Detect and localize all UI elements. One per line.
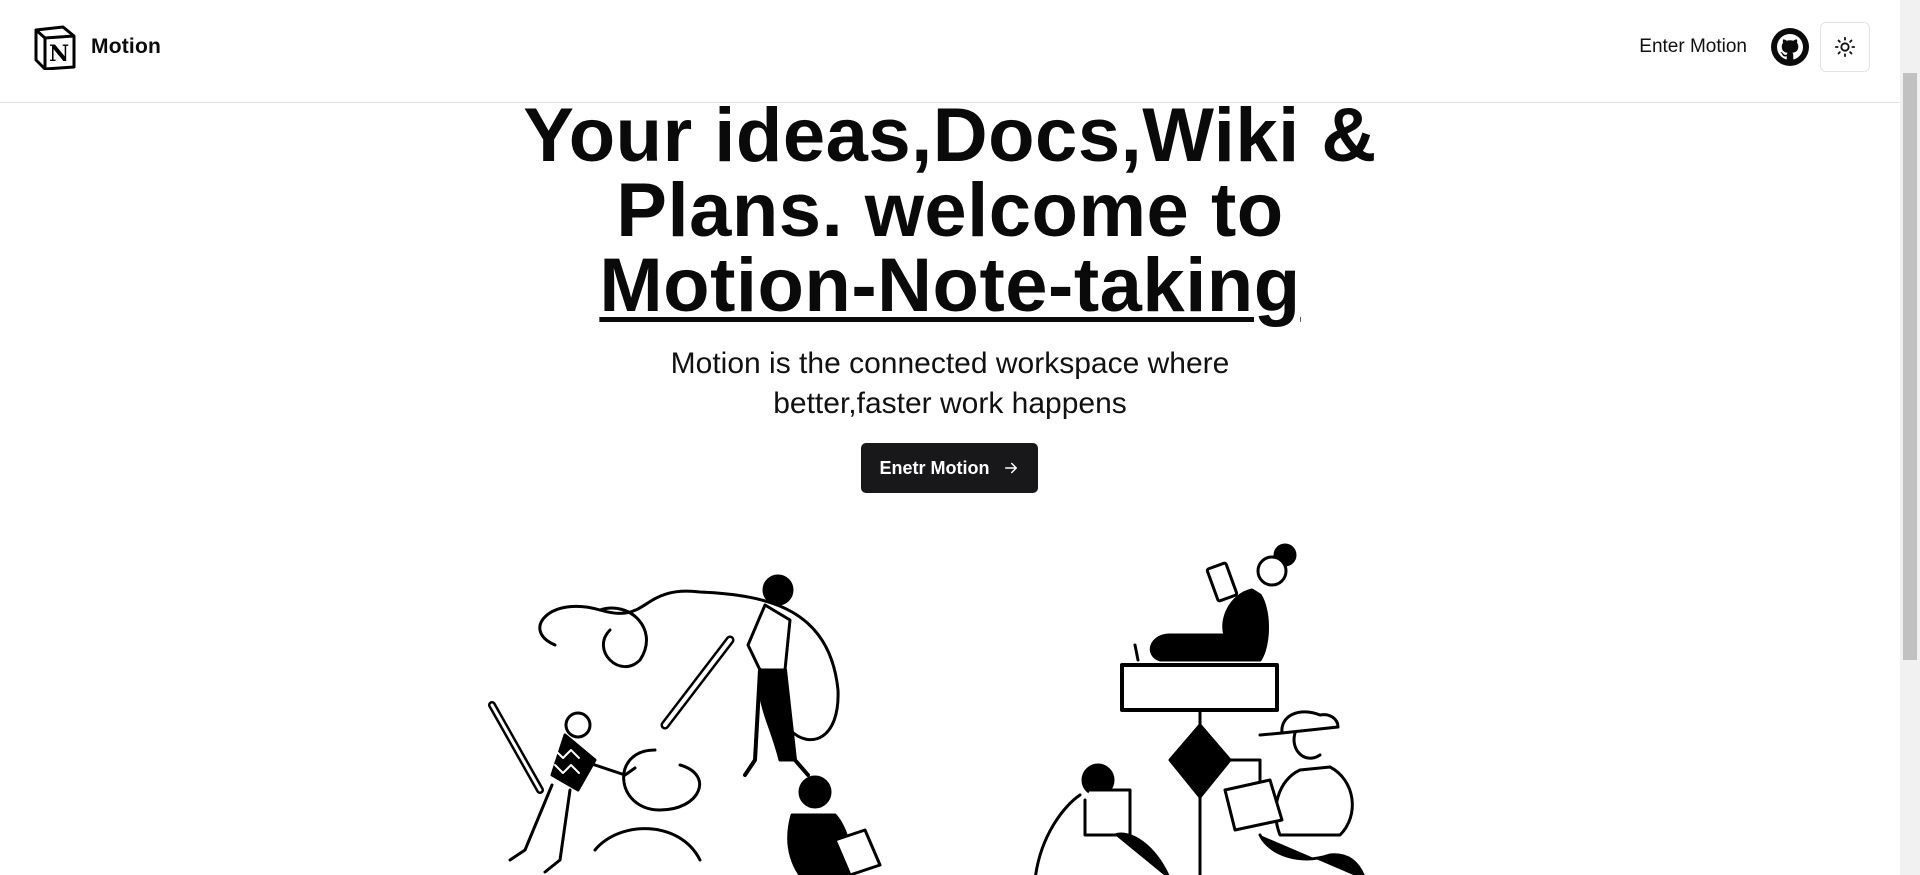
github-icon xyxy=(1777,34,1803,60)
site-header: N Motion Enter Motion xyxy=(0,0,1900,103)
theme-toggle-button[interactable] xyxy=(1820,22,1870,72)
people-working-illustration xyxy=(1034,543,1365,875)
people-drawing-illustration xyxy=(488,574,882,875)
cta-label: Enetr Motion xyxy=(879,457,990,478)
hero-subtitle-line-2: better,faster work happens xyxy=(773,387,1127,420)
scrollbar[interactable] xyxy=(1900,0,1920,875)
brand[interactable]: N Motion xyxy=(33,24,161,70)
scrollbar-thumb[interactable] xyxy=(1903,73,1917,660)
motion-logo-icon: N xyxy=(34,25,76,70)
hero-subtitle: Motion is the connected workspace where … xyxy=(0,344,1900,424)
hero-title-line-2: Plans. welcome to xyxy=(616,168,1284,253)
svg-text:N: N xyxy=(49,41,69,67)
enter-motion-link[interactable]: Enter Motion xyxy=(1639,36,1747,58)
page: N Motion Enter Motion Your ideas,Docs,Wi… xyxy=(0,0,1920,875)
hero-title: Your ideas,Docs,Wiki & Plans. welcome to… xyxy=(0,98,1900,324)
hero-title-highlight: Motion-Note-taking xyxy=(599,243,1301,328)
brand-name: Motion xyxy=(91,35,162,58)
github-button[interactable] xyxy=(1771,28,1809,66)
sun-icon xyxy=(1834,36,1856,58)
hero-title-line-1: Your ideas,Docs,Wiki & xyxy=(523,93,1377,178)
hero-subtitle-line-1: Motion is the connected workspace where xyxy=(670,347,1230,380)
enter-motion-button[interactable]: Enetr Motion xyxy=(861,443,1038,493)
header-actions: Enter Motion xyxy=(1639,22,1870,72)
arrow-right-icon xyxy=(1004,462,1017,474)
